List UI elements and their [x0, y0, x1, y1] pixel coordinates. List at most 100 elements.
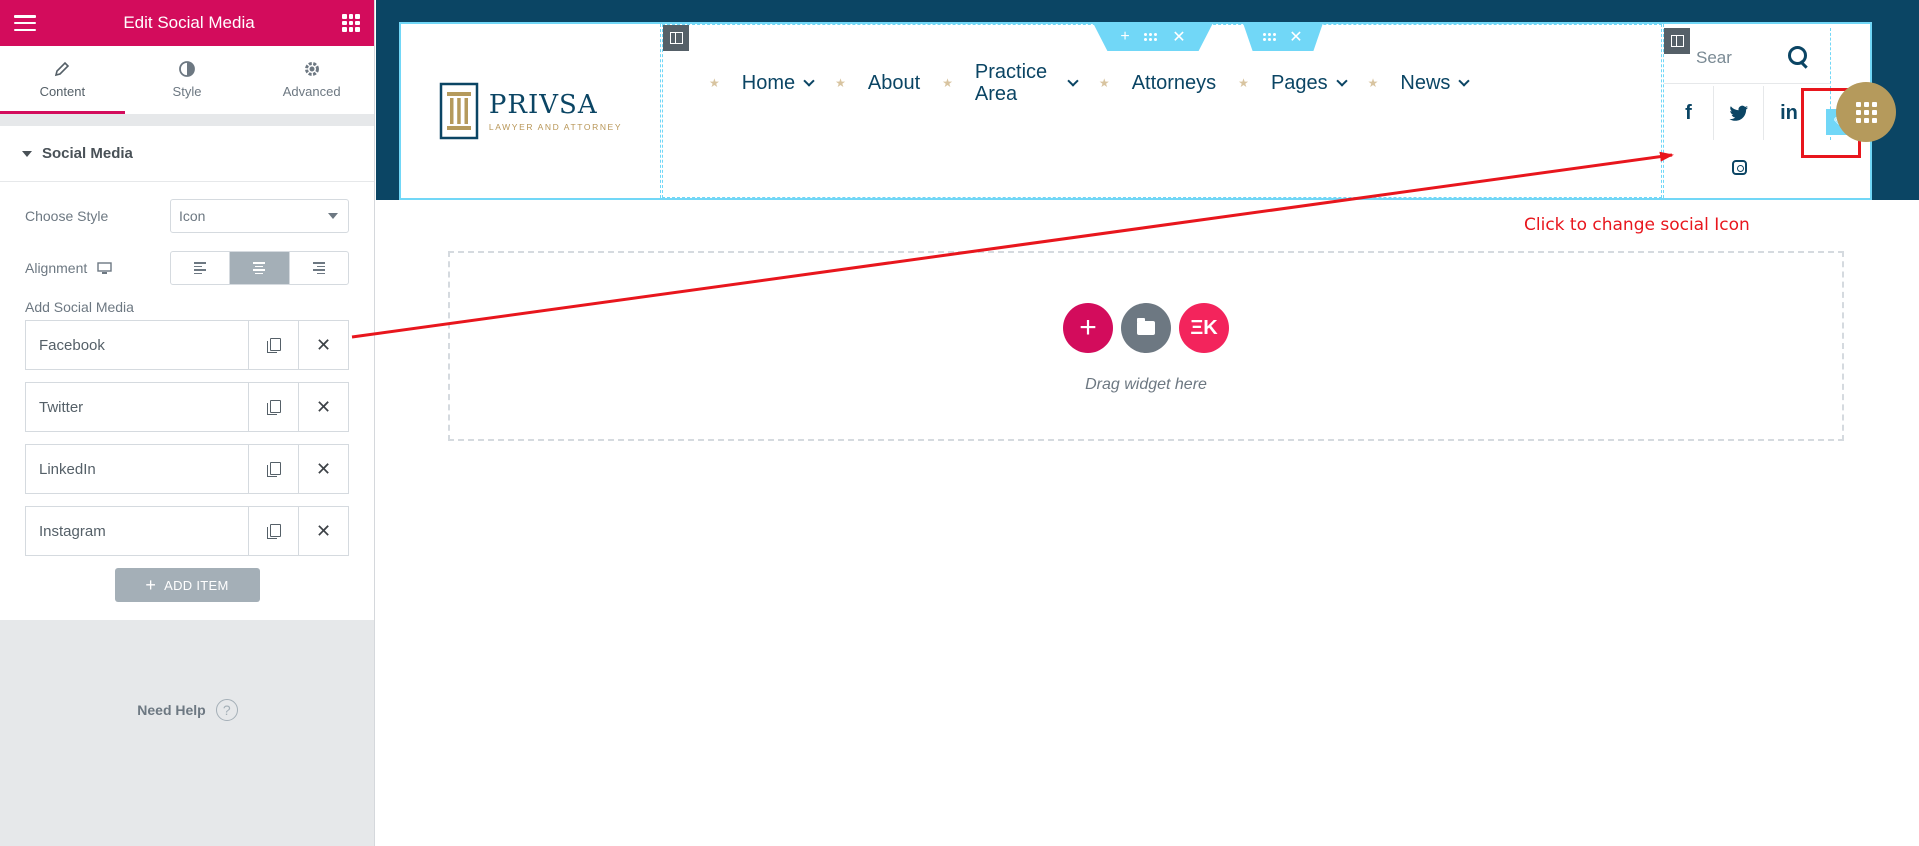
need-help-label: Need Help: [137, 702, 206, 718]
half-circle-icon: [178, 58, 196, 80]
remove-button[interactable]: ✕: [298, 321, 348, 369]
logo-column[interactable]: PRIVSA LAWYER AND ATTORNEY: [401, 24, 661, 198]
caret-down-icon: [22, 150, 32, 157]
search-input[interactable]: Sear: [1696, 48, 1732, 68]
nav-item-about[interactable]: ★ About: [835, 72, 920, 94]
alignment-control: [170, 251, 349, 285]
star-icon: ★: [1098, 76, 1110, 90]
nav-column[interactable]: + ✕ ✕ ★ Home ★ About ★ Practice Area ★ A…: [662, 23, 1662, 198]
repeater-item: LinkedIn ✕: [25, 444, 349, 494]
repeater-item-title[interactable]: Twitter: [26, 383, 248, 431]
need-help-link[interactable]: Need Help ?: [0, 699, 375, 721]
logo-tagline: LAWYER AND ATTORNEY: [488, 122, 623, 132]
chevron-down-icon: [1335, 74, 1348, 87]
star-icon: ★: [709, 76, 720, 90]
gear-icon: [303, 58, 321, 80]
remove-button[interactable]: ✕: [298, 507, 348, 555]
delete-section-icon[interactable]: ✕: [1289, 27, 1302, 47]
pillar-logo-icon: [439, 82, 479, 140]
inner-section-edit-handle[interactable]: ✕: [1243, 23, 1323, 51]
editor-panel: Edit Social Media Content Style Advanced: [0, 0, 375, 846]
drag-handle-icon[interactable]: [1144, 33, 1158, 41]
twitter-icon[interactable]: [1714, 86, 1764, 140]
chevron-down-icon: [803, 74, 815, 87]
close-icon: ✕: [315, 397, 332, 417]
help-icon: ?: [215, 699, 238, 721]
align-right-icon: [312, 262, 325, 274]
tab-content[interactable]: Content: [0, 46, 125, 114]
duplicate-button[interactable]: [248, 445, 298, 493]
duplicate-button[interactable]: [248, 321, 298, 369]
chevron-down-icon: [1458, 74, 1471, 87]
pencil-icon: [54, 58, 70, 80]
choose-style-select[interactable]: Icon: [170, 199, 349, 233]
dropdown-arrow-icon: [328, 213, 338, 219]
repeater-item: Instagram ✕: [25, 506, 349, 556]
star-icon: ★: [1367, 76, 1379, 90]
align-right-button[interactable]: [290, 252, 348, 284]
empty-section-dropzone[interactable]: + ΞK Drag widget here: [448, 251, 1844, 441]
column-icon: [669, 32, 683, 44]
align-center-button[interactable]: [230, 252, 290, 284]
section-social-media[interactable]: Social Media: [0, 126, 374, 182]
duplicate-button[interactable]: [248, 507, 298, 555]
nav-item-attorneys[interactable]: ★ Attorneys: [1099, 72, 1216, 94]
drag-handle-icon[interactable]: [1263, 33, 1277, 41]
apps-grid-icon[interactable]: [342, 14, 360, 32]
repeater-item-title[interactable]: LinkedIn: [26, 445, 248, 493]
panel-tabs: Content Style Advanced: [0, 46, 374, 114]
add-section-icon[interactable]: +: [1120, 28, 1129, 46]
repeater-item-title[interactable]: Instagram: [26, 507, 248, 555]
menu-icon[interactable]: [14, 15, 36, 31]
column-handle[interactable]: [663, 25, 689, 51]
instagram-icon[interactable]: [1714, 140, 1764, 194]
add-section-button[interactable]: +: [1063, 303, 1113, 353]
delete-section-icon[interactable]: ✕: [1172, 27, 1185, 47]
chevron-down-icon: [1067, 74, 1079, 87]
alignment-label: Alignment: [25, 260, 88, 276]
duplicate-button[interactable]: [248, 383, 298, 431]
header-section[interactable]: PRIVSA LAWYER AND ATTORNEY + ✕ ✕ ★ Home …: [376, 0, 1919, 200]
search-icon[interactable]: [1788, 46, 1808, 68]
repeater-item: Facebook ✕: [25, 320, 349, 370]
section-title: Social Media: [42, 145, 133, 162]
repeater-item: Twitter ✕: [25, 382, 349, 432]
nav-label: Home: [741, 72, 796, 94]
remove-button[interactable]: ✕: [298, 445, 348, 493]
copy-icon: [267, 462, 281, 477]
panel-title: Edit Social Media: [123, 13, 255, 32]
star-icon: ★: [835, 76, 846, 90]
nav-label: About: [867, 72, 921, 94]
align-left-button[interactable]: [171, 252, 231, 284]
alignment-label-wrap: Alignment: [25, 260, 170, 276]
offcanvas-menu-button[interactable]: [1836, 82, 1896, 142]
main-nav: ★ Home ★ About ★ Practice Area ★ Attorne…: [709, 55, 1490, 111]
choose-style-value: Icon: [179, 208, 206, 224]
star-icon: ★: [1238, 76, 1249, 90]
add-template-button[interactable]: [1121, 303, 1171, 353]
elementskit-button[interactable]: ΞK: [1179, 303, 1229, 353]
nav-item-home[interactable]: ★ Home: [709, 72, 815, 94]
preview-canvas: PRIVSA LAWYER AND ATTORNEY + ✕ ✕ ★ Home …: [376, 0, 1919, 846]
column-icon: [1670, 35, 1684, 47]
nav-item-practice-area[interactable]: ★ Practice Area: [942, 61, 1079, 105]
add-item-button[interactable]: + ADD ITEM: [114, 568, 260, 602]
dropzone-text: Drag widget here: [1085, 376, 1207, 393]
nav-item-news[interactable]: ★ News: [1367, 72, 1471, 94]
repeater-item-title[interactable]: Facebook: [26, 321, 248, 369]
nav-item-pages[interactable]: ★ Pages: [1238, 72, 1348, 94]
tab-advanced[interactable]: Advanced: [249, 46, 374, 114]
column-handle[interactable]: [1664, 28, 1690, 54]
nav-label: Practice Area: [974, 61, 1048, 105]
tab-style[interactable]: Style: [125, 46, 250, 114]
align-left-icon: [194, 262, 207, 274]
section-edit-handle[interactable]: + ✕: [1093, 23, 1213, 51]
nav-label: Attorneys: [1131, 72, 1217, 94]
facebook-icon[interactable]: f: [1664, 86, 1714, 140]
remove-button[interactable]: ✕: [298, 383, 348, 431]
close-icon: ✕: [315, 521, 332, 541]
desktop-icon[interactable]: [97, 261, 112, 275]
add-item-label: ADD ITEM: [164, 577, 229, 593]
add-social-media-label: Add Social Media: [25, 299, 134, 315]
social-repeater: Facebook ✕ Twitter ✕ LinkedIn ✕ Instagra…: [25, 320, 349, 556]
